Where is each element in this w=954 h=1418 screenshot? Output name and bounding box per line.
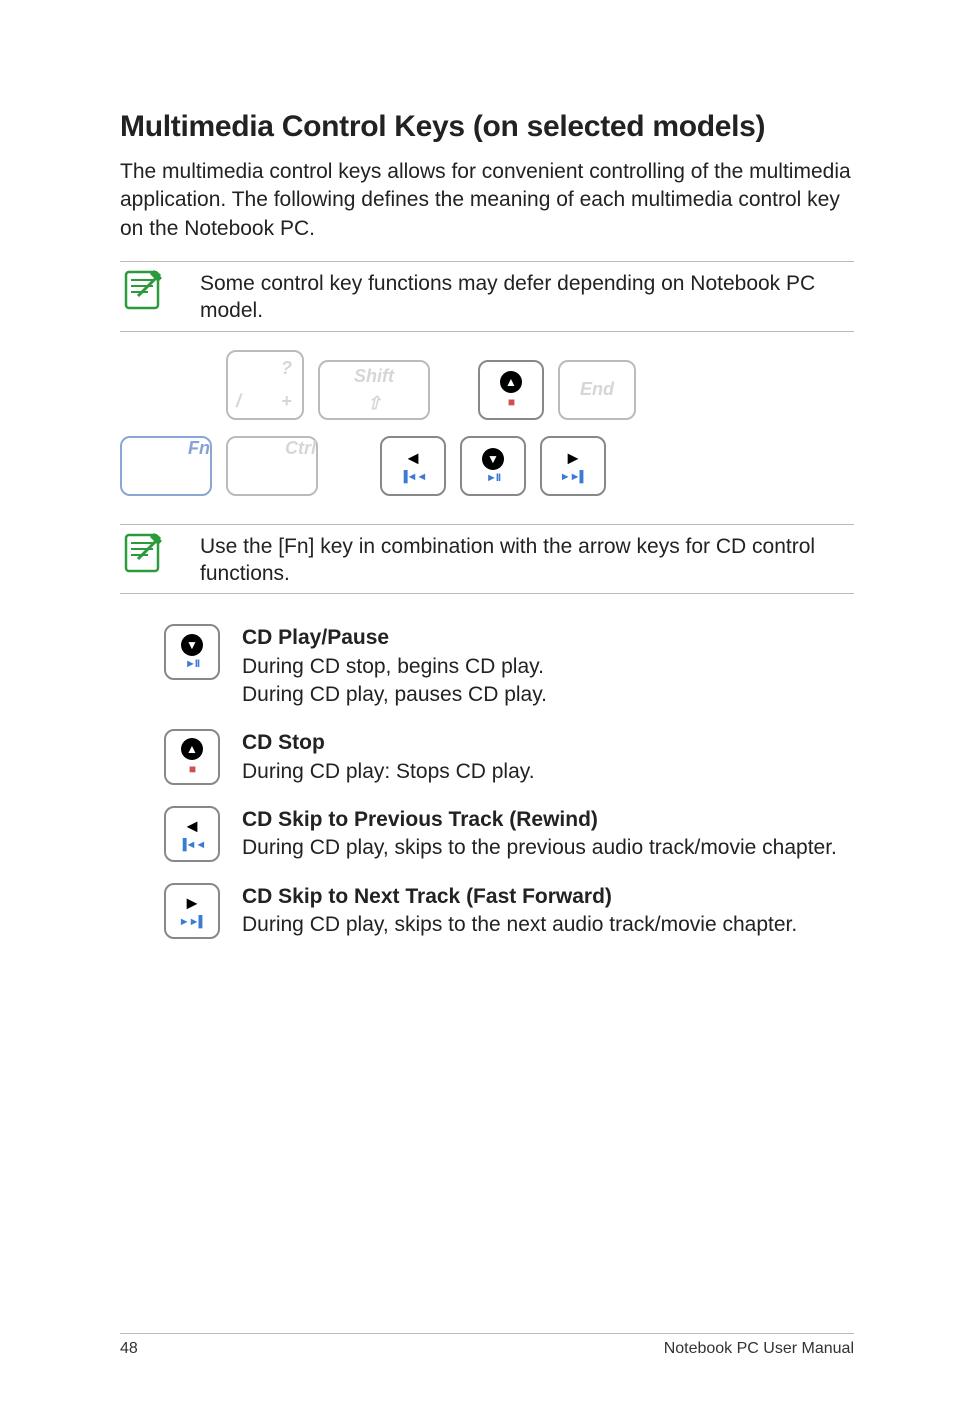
section-heading: Multimedia Control Keys (on selected mod… (120, 110, 854, 144)
page-number: 48 (120, 1340, 138, 1358)
def-next-line1: During CD play, skips to the next audio … (242, 911, 854, 939)
key-slash-plus: + (281, 391, 292, 412)
arrow-right-icon: ► (183, 893, 201, 914)
def-key-stop: ▲ ■ (164, 729, 220, 785)
key-slash: ? / + (226, 350, 304, 420)
arrow-right-icon: ► (564, 448, 582, 469)
key-arrow-up: ▲ ■ (478, 360, 544, 420)
def-prev-line1: During CD play, skips to the previous au… (242, 834, 854, 862)
key-ctrl: Ctrl (226, 436, 318, 496)
def-prev: ◄ ▐◄◄ CD Skip to Previous Track (Rewind)… (120, 806, 854, 863)
key-end-label: End (580, 379, 614, 400)
note-box-1: Some control key functions may defer dep… (120, 261, 854, 332)
intro-paragraph: The multimedia control keys allows for c… (120, 158, 854, 243)
key-arrow-right: ► ►►▌ (540, 436, 606, 496)
def-play-title: CD Play/Pause (242, 624, 854, 652)
def-stop: ▲ ■ CD Stop During CD play: Stops CD pla… (120, 729, 854, 786)
def-key-next: ► ►►▌ (164, 883, 220, 939)
doc-title: Notebook PC User Manual (664, 1340, 854, 1358)
key-arrow-down: ▼ ►II (460, 436, 526, 496)
note-2-text: Use the [Fn] key in combination with the… (200, 531, 854, 588)
prev-sub-icon: ▐◄◄ (400, 471, 427, 483)
arrow-up-icon: ▲ (500, 371, 522, 393)
def-stop-line1: During CD play: Stops CD play. (242, 758, 854, 786)
note-icon (120, 531, 164, 575)
next-sub-icon: ►►▌ (179, 916, 206, 928)
key-slash-bottom: / (236, 391, 241, 412)
page-footer: 48 Notebook PC User Manual (120, 1333, 854, 1358)
arrow-left-icon: ◄ (183, 816, 201, 837)
def-prev-title: CD Skip to Previous Track (Rewind) (242, 806, 854, 834)
play-sub-icon: ►II (486, 472, 500, 484)
arrow-left-icon: ◄ (404, 448, 422, 469)
key-arrow-left: ◄ ▐◄◄ (380, 436, 446, 496)
def-stop-title: CD Stop (242, 729, 854, 757)
def-next-title: CD Skip to Next Track (Fast Forward) (242, 883, 854, 911)
key-shift-label: Shift (354, 366, 394, 387)
arrow-down-icon: ▼ (482, 448, 504, 470)
def-play-pause: ▼ ►II CD Play/Pause During CD stop, begi… (120, 624, 854, 709)
def-play-line1: During CD stop, begins CD play. (242, 653, 854, 681)
def-key-play: ▼ ►II (164, 624, 220, 680)
note-box-2: Use the [Fn] key in combination with the… (120, 524, 854, 595)
definitions-list: ▼ ►II CD Play/Pause During CD stop, begi… (120, 624, 854, 939)
key-slash-top: ? (281, 358, 292, 379)
prev-sub-icon: ▐◄◄ (179, 839, 206, 851)
next-sub-icon: ►►▌ (560, 471, 587, 483)
def-play-line2: During CD play, pauses CD play. (242, 681, 854, 709)
note-icon (120, 268, 164, 312)
note-1-text: Some control key functions may defer dep… (200, 268, 854, 325)
key-fn: Fn (120, 436, 212, 496)
def-key-prev: ◄ ▐◄◄ (164, 806, 220, 862)
keypad-diagram: ? / + Shift ⇧ ▲ ■ End Fn Ctrl (120, 350, 854, 496)
stop-sub-icon: ■ (189, 762, 195, 776)
arrow-up-icon: ▲ (181, 738, 203, 760)
play-sub-icon: ►II (185, 658, 199, 670)
def-next: ► ►►▌ CD Skip to Next Track (Fast Forwar… (120, 883, 854, 940)
arrow-down-icon: ▼ (181, 634, 203, 656)
key-end: End (558, 360, 636, 420)
key-ctrl-label: Ctrl (285, 438, 316, 459)
shift-arrow-icon: ⇧ (366, 393, 381, 414)
key-shift: Shift ⇧ (318, 360, 430, 420)
key-fn-label: Fn (188, 438, 210, 459)
stop-sub-icon: ■ (508, 395, 514, 409)
